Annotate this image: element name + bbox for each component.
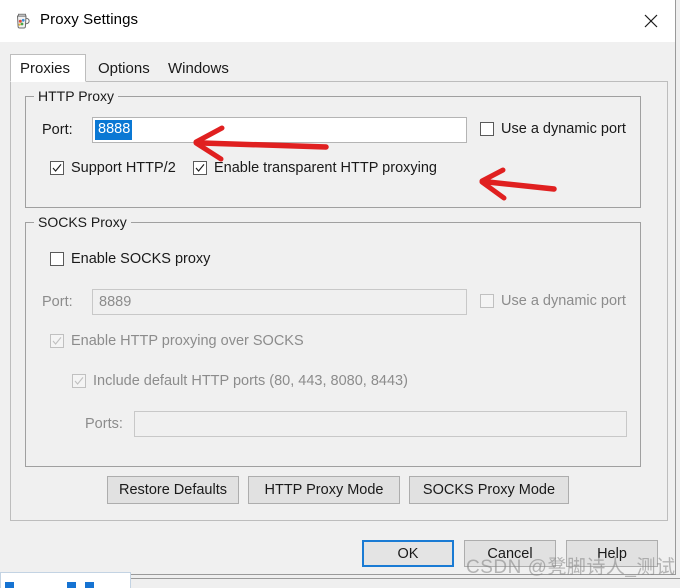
restore-defaults-button[interactable]: Restore Defaults — [107, 476, 239, 504]
http-proxy-mode-label: HTTP Proxy Mode — [264, 482, 384, 498]
close-icon[interactable] — [628, 0, 674, 41]
socks-proxy-mode-label: SOCKS Proxy Mode — [422, 482, 556, 498]
socks-ports-label: Ports: — [85, 416, 123, 432]
http-proxy-group: HTTP Proxy Port: 8888 Use a dynamic port — [25, 88, 641, 208]
tab-proxies[interactable]: Proxies — [10, 54, 86, 82]
include-default-http-ports-label: Include default HTTP ports (80, 443, 808… — [93, 373, 408, 389]
http-proxy-group-legend: HTTP Proxy — [34, 88, 118, 104]
checkbox-box — [72, 374, 86, 388]
desktop-edge-strip — [131, 578, 680, 588]
http-port-label: Port: — [42, 122, 73, 138]
http-dynamic-port-label: Use a dynamic port — [501, 121, 626, 137]
proxies-tab-panel: HTTP Proxy Port: 8888 Use a dynamic port — [10, 81, 668, 521]
csdn-watermark: CSDN @凳脚诗人_测试 — [466, 557, 676, 578]
socks-port-input[interactable]: 8889 — [92, 289, 467, 315]
enable-socks-proxy-checkbox[interactable]: Enable SOCKS proxy — [50, 251, 210, 267]
title-bar: Proxy Settings — [0, 0, 675, 42]
support-http2-checkbox[interactable]: Support HTTP/2 — [50, 160, 176, 176]
socks-port-label: Port: — [42, 294, 73, 310]
enable-socks-proxy-label: Enable SOCKS proxy — [71, 251, 211, 267]
window-title: Proxy Settings — [40, 11, 139, 28]
proxy-settings-dialog: Proxy Settings Proxies Options Windows H… — [0, 0, 676, 575]
checkbox-box — [50, 161, 64, 175]
desktop-background: Proxy Settings Proxies Options Windows H… — [0, 0, 680, 588]
checkbox-box — [50, 252, 64, 266]
socks-port-value: 8889 — [99, 294, 132, 310]
checkbox-box — [480, 122, 494, 136]
transparent-http-proxying-label: Enable transparent HTTP proxying — [214, 160, 437, 176]
http-port-value: 8888 — [95, 120, 133, 140]
ok-button[interactable]: OK — [362, 540, 454, 567]
socks-proxy-group-legend: SOCKS Proxy — [34, 214, 131, 230]
checkbox-box — [480, 294, 494, 308]
socks-ports-input[interactable] — [134, 411, 627, 437]
http-port-input[interactable]: 8888 — [92, 117, 467, 143]
charles-jug-icon — [13, 12, 31, 30]
ok-button-label: OK — [397, 545, 419, 562]
tab-options-label: Options — [98, 60, 150, 77]
background-window-pip — [85, 582, 94, 588]
background-window[interactable] — [0, 572, 131, 588]
http-proxy-mode-button[interactable]: HTTP Proxy Mode — [248, 476, 400, 504]
background-window-pip — [67, 582, 76, 588]
tab-windows-label: Windows — [168, 60, 229, 77]
checkbox-box — [50, 334, 64, 348]
restore-defaults-label: Restore Defaults — [119, 482, 227, 498]
include-default-http-ports-checkbox[interactable]: Include default HTTP ports (80, 443, 808… — [72, 373, 408, 389]
socks-proxy-group: SOCKS Proxy Enable SOCKS proxy Port: 888… — [25, 214, 641, 467]
http-dynamic-port-checkbox[interactable]: Use a dynamic port — [480, 121, 626, 137]
tab-strip: Proxies Options Windows — [10, 54, 668, 82]
socks-proxy-mode-button[interactable]: SOCKS Proxy Mode — [409, 476, 569, 504]
http-proxying-over-socks-label: Enable HTTP proxying over SOCKS — [71, 333, 304, 349]
http-proxying-over-socks-checkbox[interactable]: Enable HTTP proxying over SOCKS — [50, 333, 304, 349]
tab-proxies-label: Proxies — [20, 60, 71, 77]
background-window-pip — [5, 582, 14, 588]
checkbox-box — [193, 161, 207, 175]
tab-windows[interactable]: Windows — [158, 54, 242, 82]
tab-options[interactable]: Options — [88, 54, 160, 82]
socks-dynamic-port-label: Use a dynamic port — [501, 293, 626, 309]
socks-dynamic-port-checkbox[interactable]: Use a dynamic port — [480, 293, 626, 309]
transparent-http-proxying-checkbox[interactable]: Enable transparent HTTP proxying — [193, 160, 437, 176]
support-http2-label: Support HTTP/2 — [71, 160, 176, 176]
